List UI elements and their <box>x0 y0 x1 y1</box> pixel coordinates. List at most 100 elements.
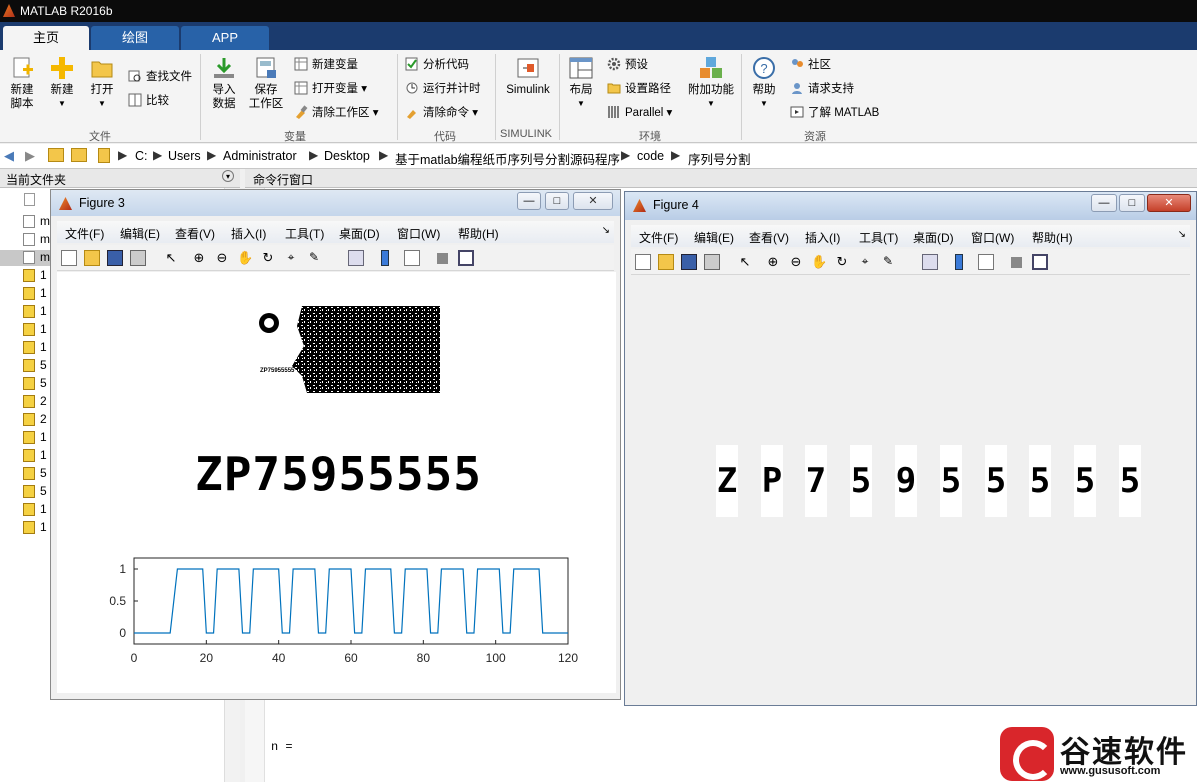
pointer-icon[interactable]: ↖ <box>163 250 179 266</box>
rotate-3d-icon[interactable]: ↻ <box>834 254 850 270</box>
zoom-in-icon[interactable]: ⊕ <box>191 250 207 266</box>
menu-window[interactable]: 窗口(W) <box>971 229 1014 246</box>
new-figure-icon[interactable] <box>635 254 651 270</box>
figure-3-window[interactable]: Figure 3 — □ ✕ 文件(F) 编辑(E) 查看(V) 插入(I) 工… <box>50 189 621 700</box>
layout-button[interactable]: 布局 ▼ <box>564 56 598 111</box>
menu-desktop[interactable]: 桌面(D) <box>339 225 380 242</box>
file-list-item[interactable]: 5 <box>40 484 47 498</box>
file-list-item[interactable]: 1 <box>40 520 47 534</box>
data-cursor-icon[interactable]: ⌖ <box>283 250 299 266</box>
pan-icon[interactable]: ✋ <box>237 250 253 266</box>
zoom-out-icon[interactable]: ⊖ <box>214 250 230 266</box>
open-variable-button[interactable]: 打开变量 ▾ <box>294 80 367 98</box>
analyze-code-button[interactable]: 分析代码 <box>405 56 469 74</box>
open-button[interactable]: 打开 ▼ <box>84 56 120 111</box>
back-arrow-icon[interactable]: ◀ <box>4 148 14 164</box>
menu-help[interactable]: 帮助(H) <box>458 225 499 242</box>
menu-help[interactable]: 帮助(H) <box>1032 229 1073 246</box>
file-list-item[interactable]: 1 <box>40 286 47 300</box>
close-button[interactable]: ✕ <box>573 192 613 210</box>
menu-view[interactable]: 查看(V) <box>175 225 215 242</box>
file-list-item[interactable]: 2 <box>40 394 47 408</box>
menu-dock-icon[interactable]: ↘ <box>1178 229 1186 240</box>
open-file-icon[interactable] <box>658 254 674 270</box>
menu-tools[interactable]: 工具(T) <box>859 229 898 246</box>
preferences-button[interactable]: 预设 <box>607 56 648 74</box>
link-plot-icon[interactable] <box>348 250 364 266</box>
file-list-item[interactable]: 1 <box>40 502 47 516</box>
browse-folder-icon[interactable] <box>71 148 87 162</box>
up-folder-icon[interactable] <box>48 148 64 162</box>
request-support-button[interactable]: 请求支持 <box>790 80 854 98</box>
tab-plots[interactable]: 绘图 <box>91 26 179 50</box>
file-list-item[interactable]: 1 <box>40 430 47 444</box>
zoom-out-icon[interactable]: ⊖ <box>788 254 804 270</box>
clear-workspace-button[interactable]: 清除工作区 ▾ <box>294 104 378 122</box>
file-list-item[interactable]: m <box>40 232 50 246</box>
file-list-item[interactable]: m <box>40 250 50 264</box>
new-script-button[interactable]: 新建 脚本 <box>4 56 40 111</box>
maximize-button[interactable]: □ <box>545 192 569 210</box>
file-list-item[interactable]: m <box>40 214 50 228</box>
file-list-item[interactable]: 5 <box>40 358 47 372</box>
maximize-button[interactable]: □ <box>1119 194 1145 212</box>
breadcrumb-item[interactable]: 序列号分割 <box>688 149 751 168</box>
parallel-button[interactable]: Parallel ▾ <box>607 104 672 122</box>
file-list-item[interactable]: 1 <box>40 322 47 336</box>
file-list-item[interactable]: 1 <box>40 268 47 282</box>
show-plot-tools-icon[interactable] <box>458 250 474 266</box>
set-path-button[interactable]: 设置路径 <box>607 80 671 98</box>
import-data-button[interactable]: 导入 数据 <box>206 56 242 111</box>
tab-home[interactable]: 主页 <box>3 26 89 50</box>
file-list-item[interactable]: 1 <box>40 448 47 462</box>
menu-file[interactable]: 文件(F) <box>65 225 104 242</box>
new-variable-button[interactable]: 新建变量 <box>294 56 358 74</box>
menu-file[interactable]: 文件(F) <box>639 229 678 246</box>
file-list-item[interactable]: 1 <box>40 340 47 354</box>
print-icon[interactable] <box>704 254 720 270</box>
file-list-item[interactable]: 5 <box>40 376 47 390</box>
legend-icon[interactable] <box>404 250 420 266</box>
menu-insert[interactable]: 插入(I) <box>231 225 266 242</box>
simulink-button[interactable]: Simulink <box>502 56 554 97</box>
minimize-button[interactable]: — <box>517 192 541 210</box>
brush-icon[interactable]: ✎ <box>880 254 896 270</box>
figure-4-canvas[interactable]: ZP75955555 <box>631 277 1192 701</box>
file-list-item[interactable]: 5 <box>40 466 47 480</box>
close-button[interactable]: ✕ <box>1147 194 1191 212</box>
save-icon[interactable] <box>107 250 123 266</box>
pane-menu-icon[interactable]: ▾ <box>222 170 234 182</box>
file-list-item[interactable]: 2 <box>40 412 47 426</box>
pointer-icon[interactable]: ↖ <box>737 254 753 270</box>
zoom-in-icon[interactable]: ⊕ <box>765 254 781 270</box>
file-list-item[interactable]: 1 <box>40 304 47 318</box>
figure-4-window[interactable]: Figure 4 — □ ✕ 文件(F) 编辑(E) 查看(V) 插入(I) 工… <box>624 191 1197 706</box>
learn-matlab-button[interactable]: 了解 MATLAB <box>790 104 879 122</box>
menu-tools[interactable]: 工具(T) <box>285 225 324 242</box>
community-button[interactable]: 社区 <box>790 56 831 74</box>
help-button[interactable]: ? 帮助 ▼ <box>746 56 782 111</box>
breadcrumb-item[interactable]: Users <box>168 149 201 163</box>
find-files-button[interactable]: 查找文件 <box>128 68 192 86</box>
hide-plot-tools-icon[interactable] <box>1011 257 1022 268</box>
menu-edit[interactable]: 编辑(E) <box>120 225 160 242</box>
pan-icon[interactable]: ✋ <box>811 254 827 270</box>
breadcrumb-item[interactable]: code <box>637 149 664 163</box>
print-icon[interactable] <box>130 250 146 266</box>
brush-icon[interactable]: ✎ <box>306 250 322 266</box>
colorbar-icon[interactable] <box>955 254 963 270</box>
menu-insert[interactable]: 插入(I) <box>805 229 840 246</box>
hide-plot-tools-icon[interactable] <box>437 253 448 264</box>
open-file-icon[interactable] <box>84 250 100 266</box>
colorbar-icon[interactable] <box>381 250 389 266</box>
minimize-button[interactable]: — <box>1091 194 1117 212</box>
show-plot-tools-icon[interactable] <box>1032 254 1048 270</box>
breadcrumb-item[interactable]: Administrator <box>223 149 297 163</box>
rotate-3d-icon[interactable]: ↻ <box>260 250 276 266</box>
addons-button[interactable]: 附加功能 ▼ <box>686 56 736 111</box>
new-button[interactable]: 新建 ▼ <box>44 56 80 111</box>
data-cursor-icon[interactable]: ⌖ <box>857 254 873 270</box>
forward-arrow-icon[interactable]: ▶ <box>25 148 35 164</box>
menu-desktop[interactable]: 桌面(D) <box>913 229 954 246</box>
menu-dock-icon[interactable]: ↘ <box>602 225 610 236</box>
